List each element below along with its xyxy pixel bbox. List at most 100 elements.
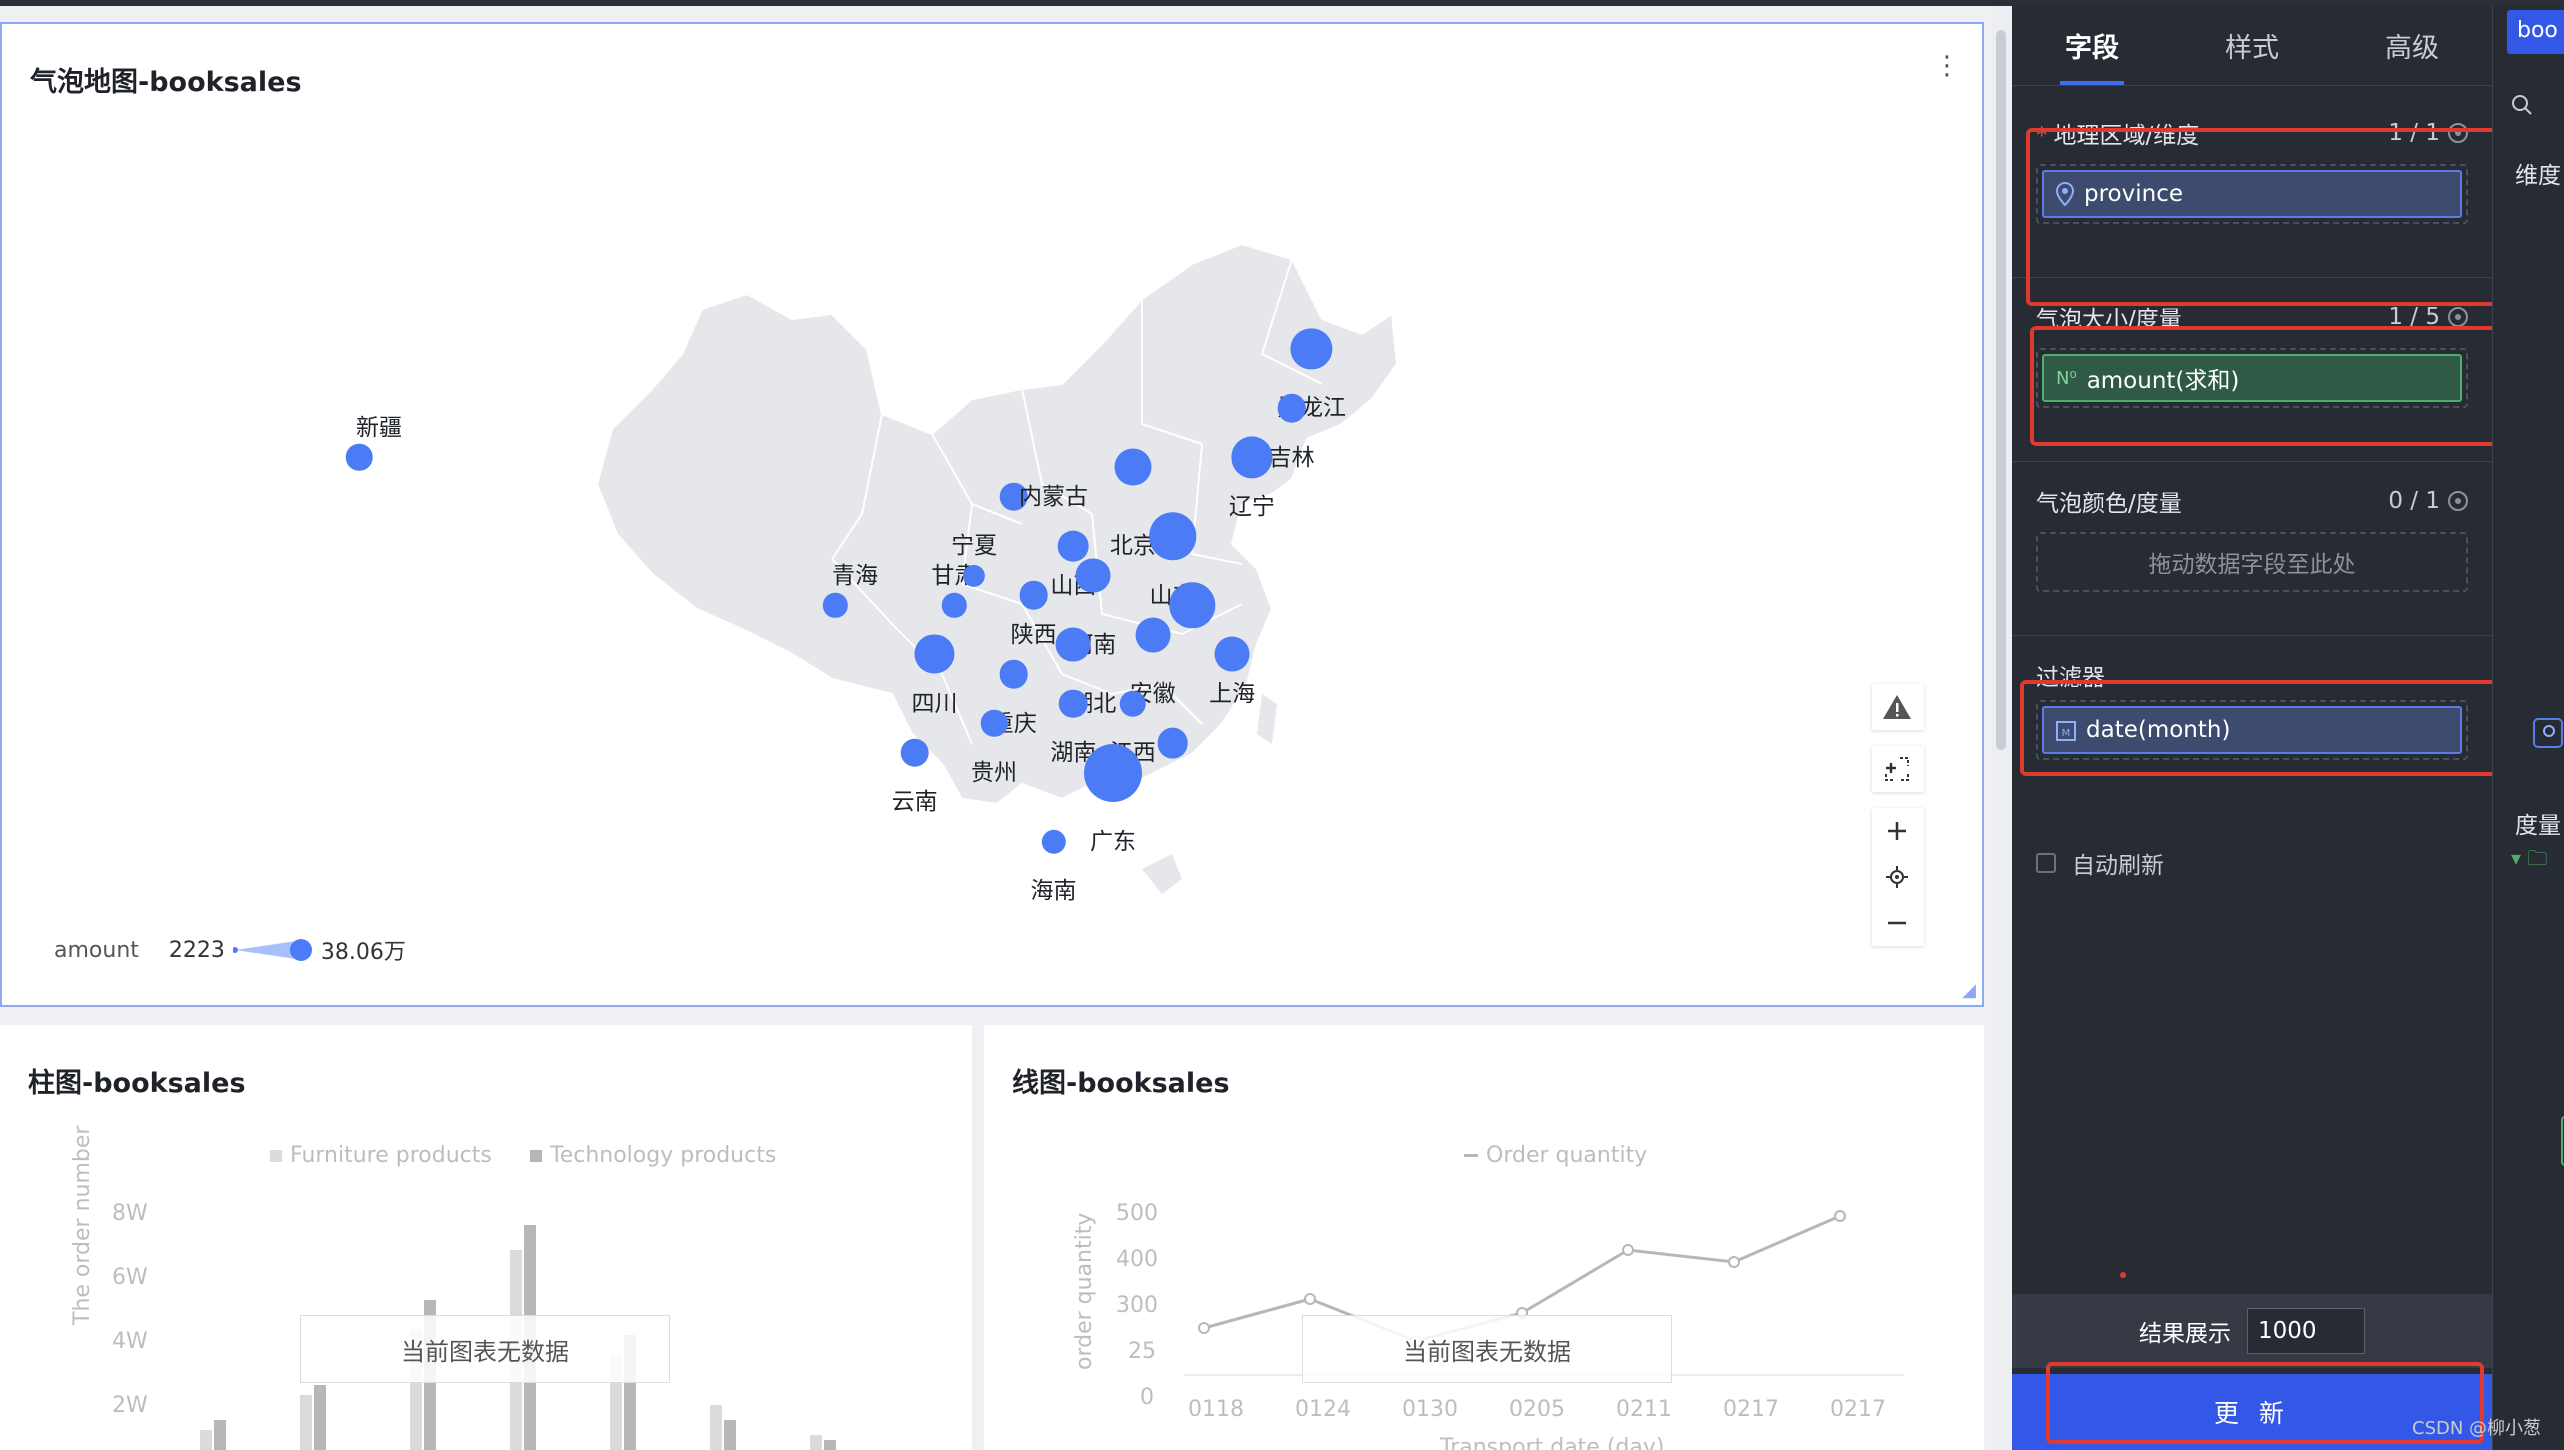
color-dropzone[interactable]: 拖动数据字段至此处 (2036, 532, 2468, 592)
amount-field-pill[interactable]: N⁰ amount(求和) (2042, 354, 2462, 402)
result-limit-input[interactable] (2247, 1308, 2365, 1354)
line-x-tick: 0217 (1723, 1397, 1779, 1422)
line-x-tick: 0130 (1402, 1397, 1458, 1422)
bubble-marker[interactable] (1119, 690, 1147, 717)
province-label: 上海 (1209, 681, 1256, 708)
color-section-header: 气泡颜色/度量 0 / 1 (2036, 484, 2468, 518)
province-label: 青海 (832, 562, 879, 589)
bubble-marker[interactable] (1148, 512, 1197, 560)
line-y-tick: 400 (1116, 1247, 1158, 1272)
bar-y-label: The order number (70, 1125, 95, 1325)
size-count: 1 / 5 (2388, 304, 2440, 330)
amount-field-label: amount(求和) (2086, 368, 2240, 394)
bubble-marker[interactable] (1114, 448, 1152, 486)
legend-field: amount (54, 937, 139, 963)
line-x-tick: 0118 (1188, 1397, 1244, 1422)
filter-section: 过滤器 M date(month) (2012, 650, 2492, 790)
line-y-tick: 25 (1128, 1339, 1156, 1364)
size-dropzone[interactable]: N⁰ amount(求和) (2036, 348, 2468, 408)
province-label: 海南 (1030, 878, 1077, 905)
date-field-pill[interactable]: M date(month) (2042, 706, 2462, 754)
bubble-size-section: 气泡大小/度量 1 / 5 N⁰ amount(求和) (2012, 292, 2492, 462)
fit-view-icon[interactable] (1872, 746, 1922, 792)
field-config-panel: 字段 样式 高级 * 地理区域/维度 1 / 1 province 气泡大小/度量… (2012, 6, 2492, 1450)
bubble-marker[interactable] (345, 444, 373, 471)
gear-icon[interactable] (2448, 307, 2468, 327)
bubble-marker[interactable] (1214, 636, 1250, 672)
canvas-scrollbar-thumb[interactable] (1996, 30, 2006, 750)
locate-icon[interactable] (1872, 854, 1922, 900)
province-label: 陕西 (1010, 622, 1057, 648)
auto-refresh-checkbox[interactable] (2036, 853, 2056, 873)
gear-icon[interactable] (2448, 123, 2468, 143)
bubble-marker[interactable] (1019, 581, 1048, 610)
search-icon[interactable] (2511, 94, 2533, 116)
bubble-marker[interactable] (1055, 627, 1091, 662)
bubble-marker[interactable] (980, 710, 1008, 737)
legend-size-bar (232, 939, 312, 961)
warning-icon[interactable] (1872, 684, 1922, 730)
geo-section-label: 地理区域/维度 (2053, 123, 2200, 149)
resize-handle-icon[interactable]: ◢ (1962, 980, 1976, 1001)
province-label: 内蒙古 (1019, 484, 1089, 511)
province-field-label: province (2084, 181, 2183, 207)
date-field-label: date(month) (2086, 717, 2231, 743)
bubble-marker[interactable] (1075, 558, 1111, 594)
legend-min: 2223 (168, 937, 225, 963)
geo-section-header: * 地理区域/维度 1 / 1 (2036, 116, 2468, 150)
data-source-strip: boo 维度 度量 ▾ 🗀 (2492, 6, 2564, 1450)
bubble-marker[interactable] (1135, 617, 1171, 653)
line-no-data: 当前图表无数据 (1302, 1315, 1672, 1383)
filter-section-header: 过滤器 (2036, 658, 2468, 692)
calendar-icon: M (2056, 721, 2076, 741)
watermark: CSDN @柳小葱 (2412, 1418, 2542, 1439)
color-dropzone-placeholder: 拖动数据字段至此处 (2148, 552, 2356, 578)
line-legend: Order quantity (1464, 1143, 1647, 1168)
dimension-list-label: 维度 (2515, 163, 2561, 189)
bubble-marker[interactable] (1157, 727, 1188, 759)
line-y-tick: 300 (1116, 1293, 1158, 1318)
taiwan-shape (1257, 694, 1277, 744)
bubble-marker[interactable] (1059, 689, 1088, 718)
province-label: 广东 (1090, 828, 1137, 855)
location-pin-icon (2056, 182, 2074, 206)
size-section-header: 气泡大小/度量 1 / 5 (2036, 300, 2468, 334)
tab-fields[interactable]: 字段 (2012, 6, 2172, 85)
bubble-map-card[interactable]: 气泡地图-booksales ⋮ amount 2223 38.06万 ◢ 新疆… (0, 22, 1984, 1007)
zoom-in-icon[interactable] (1872, 808, 1922, 854)
province-field-pill[interactable]: province (2042, 170, 2462, 218)
location-pin-icon[interactable] (2533, 718, 2563, 748)
zoom-out-icon[interactable] (1872, 900, 1922, 946)
filter-dropzone[interactable]: M date(month) (2036, 700, 2468, 760)
province-label: 新疆 (355, 415, 402, 442)
line-x-tick: 0205 (1509, 1397, 1565, 1422)
line-chart-card[interactable]: 线图-booksales Order quantity 500 400 300 … (984, 1025, 1984, 1450)
bubble-marker[interactable] (1058, 530, 1089, 562)
tool-group-fit (1872, 746, 1924, 792)
province-label: 云南 (891, 789, 938, 816)
size-legend: amount 2223 38.06万 (54, 934, 406, 966)
tab-style[interactable]: 样式 (2172, 6, 2332, 85)
bubble-marker[interactable] (1277, 393, 1306, 423)
line-x-tick: 0124 (1295, 1397, 1351, 1422)
geo-dropzone[interactable]: province (2036, 164, 2468, 224)
bubble-marker[interactable] (1084, 743, 1143, 802)
bubble-marker[interactable] (900, 738, 929, 768)
tool-group-zoom (1872, 808, 1924, 946)
province-label: 四川 (911, 690, 958, 717)
bar-y-tick: 2W (112, 1393, 148, 1418)
bar-legend-1: Furniture products (270, 1143, 492, 1168)
line-x-tick: 0217 (1830, 1397, 1886, 1422)
bar-chart-card[interactable]: 柱图-booksales Furniture products Technolo… (0, 1025, 972, 1450)
bubble-marker[interactable] (999, 659, 1029, 689)
bubble-marker[interactable] (914, 634, 955, 674)
gear-icon[interactable] (2448, 491, 2468, 511)
bubble-color-section: 气泡颜色/度量 0 / 1 拖动数据字段至此处 (2012, 476, 2492, 636)
panel-tabs: 字段 样式 高级 (2012, 6, 2492, 86)
color-section-label: 气泡颜色/度量 (2036, 491, 2182, 517)
more-menu-icon[interactable]: ⋮ (1934, 53, 1960, 96)
tab-advanced[interactable]: 高级 (2332, 6, 2492, 85)
province-label: 吉林 (1268, 444, 1315, 471)
folder-icon[interactable]: ▾ 🗀 (2511, 844, 2547, 878)
dataset-button[interactable]: boo (2507, 10, 2564, 54)
